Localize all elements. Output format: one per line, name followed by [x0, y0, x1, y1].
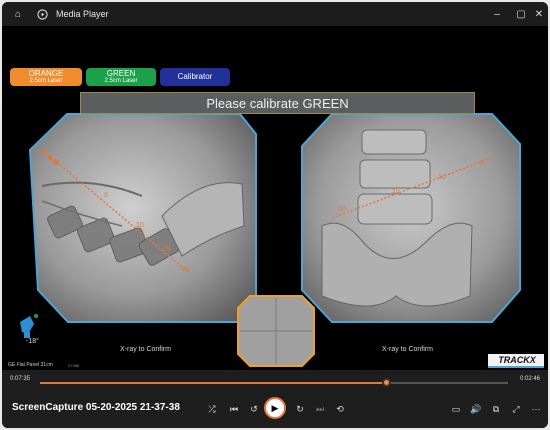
left-xray-image — [28, 113, 257, 323]
calibrator-button[interactable]: Calibrator — [160, 68, 230, 86]
calibration-banner: Please calibrate GREEN — [80, 92, 475, 114]
left-marker-15: 15 — [162, 246, 170, 253]
minimize-icon[interactable]: – — [484, 2, 510, 26]
left-marker-10: 10 — [136, 222, 144, 229]
right-xray-image — [301, 113, 521, 323]
time-remaining: 0:02:46 — [520, 376, 541, 382]
video-area[interactable]: ORANGE 2.5cm Laser GREEN 2.5cm Laser Cal… — [2, 26, 548, 370]
cast-icon[interactable]: ⧉ — [488, 401, 504, 417]
previous-icon[interactable]: ⏮ — [226, 401, 242, 417]
fullscreen-icon[interactable]: ⤢ — [508, 401, 524, 417]
volume-icon[interactable]: 🔊 — [468, 401, 484, 417]
media-player-window: ⌂ Media Player – ▢ ✕ ORANGE 2.5cm Laser … — [2, 2, 548, 428]
title-bar: ⌂ Media Player – ▢ ✕ — [2, 2, 548, 26]
green-laser-button[interactable]: GREEN 2.5cm Laser — [86, 68, 156, 86]
seek-bar[interactable] — [40, 378, 508, 387]
seek-bar-fill — [40, 382, 387, 384]
shuffle-icon[interactable]: ⤮ — [204, 401, 220, 417]
right-marker-20: 20 — [338, 206, 346, 213]
calibrator-label: Calibrator — [177, 71, 213, 81]
play-button[interactable]: ▶ — [264, 397, 286, 419]
right-marker-10: 10 — [438, 174, 446, 181]
right-marker-5: 5 — [480, 160, 484, 167]
orange-laser-sub: 2.5cm Laser — [29, 78, 63, 85]
left-marker-5: 5 — [104, 192, 108, 199]
time-elapsed: 0:07:35 — [10, 376, 31, 382]
play-icon: ▶ — [271, 402, 279, 413]
captions-icon[interactable]: ▭ — [448, 401, 464, 417]
media-title: ScreenCapture 05-20-2025 21-37-38 — [12, 402, 180, 413]
seek-bar-handle[interactable] — [381, 378, 391, 387]
right-confirm-label: X-ray to Confirm — [382, 346, 433, 353]
orange-laser-label: ORANGE — [28, 68, 64, 78]
angle-readout: -18° — [26, 338, 39, 345]
panel-label: GE Flat Panel 31cm — [8, 362, 53, 368]
next-icon[interactable]: ⏭ — [312, 401, 328, 417]
close-icon[interactable]: ✕ — [526, 2, 548, 26]
window-title: Media Player — [56, 9, 109, 19]
repeat-icon[interactable]: ⟲ — [332, 401, 348, 417]
center-crosshair-view — [237, 295, 315, 367]
more-icon[interactable]: ⋯ — [528, 401, 544, 417]
brand-label: TRACKX — [498, 355, 536, 365]
left-confirm-label: X-ray to Confirm — [120, 346, 171, 353]
left-marker-20: 20 — [182, 266, 190, 273]
c-arm-angle-icon — [20, 314, 38, 338]
panel-code: 27388 — [68, 363, 80, 368]
home-icon[interactable]: ⌂ — [10, 6, 26, 22]
forward-30-icon[interactable]: ↻ — [292, 401, 308, 417]
orange-laser-button[interactable]: ORANGE 2.5cm Laser — [10, 68, 82, 86]
rewind-10-icon[interactable]: ↺ — [246, 401, 262, 417]
green-laser-label: GREEN — [106, 68, 136, 78]
right-marker-15: 15 — [392, 188, 400, 195]
green-laser-sub: 2.5cm Laser — [104, 78, 138, 85]
play-circle-icon — [34, 6, 50, 22]
